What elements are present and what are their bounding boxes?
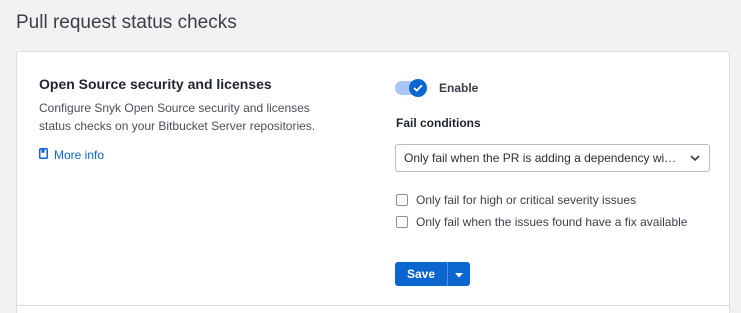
status-check-card: Open Source security and licenses Config… [16,51,730,306]
high-severity-label: Only fail for high or critical severity … [416,193,637,207]
fix-available-checkbox-row[interactable]: Only fail when the issues found have a f… [396,215,688,229]
high-severity-checkbox-row[interactable]: Only fail for high or critical severity … [396,193,636,207]
section-description: Configure Snyk Open Source security and … [39,101,316,133]
high-severity-checkbox[interactable] [396,194,408,206]
save-dropdown-button[interactable] [447,262,471,286]
chevron-down-icon [689,152,701,167]
next-card-edge [16,305,730,313]
save-button[interactable]: Save [395,262,448,286]
more-info-label: More info [54,148,105,162]
fix-available-label: Only fail when the issues found have a f… [416,215,688,229]
section-title: Open Source security and licenses [39,76,272,92]
enable-toggle[interactable] [395,79,427,97]
book-icon [39,148,48,162]
enable-label: Enable [439,81,479,95]
more-info-link[interactable]: More info [39,148,104,162]
check-icon [409,79,427,97]
fail-conditions-select[interactable]: Only fail when the PR is adding a depend… [395,144,710,172]
fail-conditions-value: Only fail when the PR is adding a depend… [404,151,677,165]
caret-down-icon [455,265,464,283]
fix-available-checkbox[interactable] [396,216,408,228]
page-title: Pull request status checks [16,12,237,33]
save-button-group: Save [395,262,471,286]
fail-conditions-label: Fail conditions [396,116,481,130]
